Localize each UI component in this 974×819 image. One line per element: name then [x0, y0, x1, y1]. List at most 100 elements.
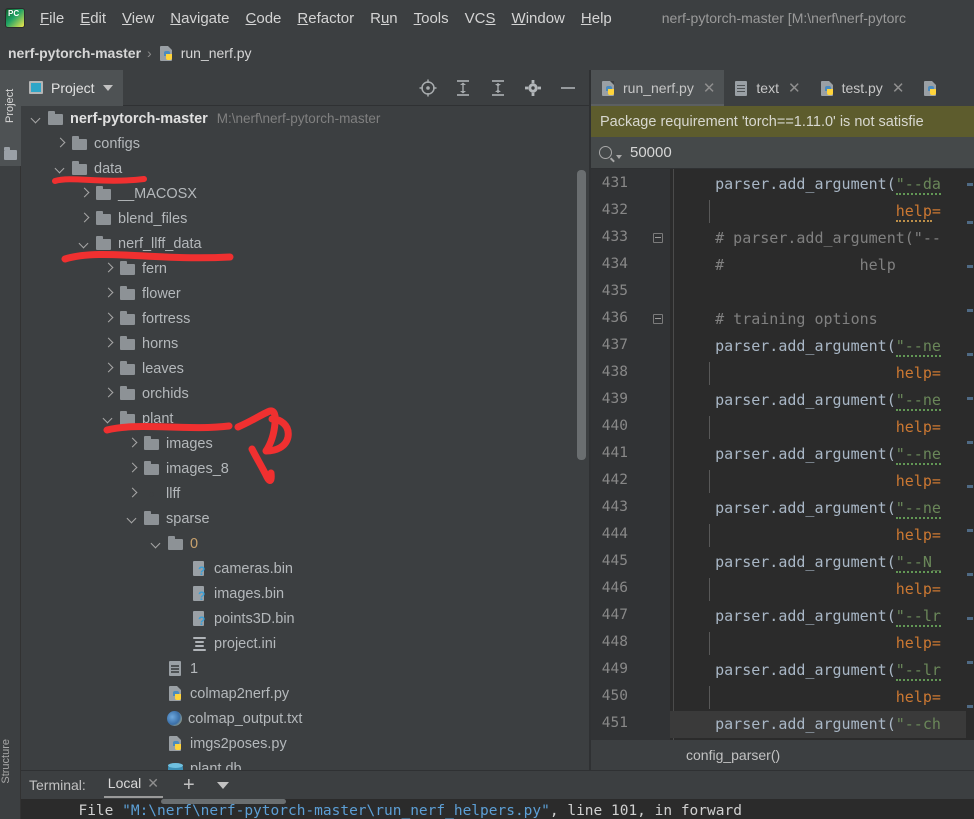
menu-item-run[interactable]: Run [362, 8, 406, 29]
terminal-tab-local[interactable]: Local ✕ [103, 775, 164, 798]
chevron-down-icon[interactable] [55, 163, 66, 174]
menu-item-navigate[interactable]: Navigate [162, 8, 237, 29]
code-line[interactable]: parser.add_argument("--N_ [679, 549, 941, 576]
chevron-right-icon[interactable] [79, 188, 90, 199]
expand-all-icon[interactable] [454, 79, 472, 97]
tree-item-data[interactable]: data [21, 156, 589, 181]
tree-item-images-8[interactable]: images_8 [21, 456, 589, 481]
chevron-right-icon[interactable] [103, 288, 114, 299]
tree-item-macosx[interactable]: __MACOSX [21, 181, 589, 206]
code-line[interactable]: help= [679, 468, 941, 495]
code-fold-toggle[interactable] [653, 314, 664, 325]
close-icon[interactable]: ✕ [788, 79, 801, 97]
code-line[interactable]: # training options [679, 306, 878, 333]
close-icon[interactable]: ✕ [892, 79, 905, 97]
chevron-right-icon[interactable] [79, 213, 90, 224]
tree-item-plant-db[interactable]: plant.db [21, 756, 589, 770]
tree-item-images[interactable]: images [21, 431, 589, 456]
code-line[interactable]: parser.add_argument("--ne [679, 333, 941, 360]
code-line[interactable]: # help [679, 252, 896, 279]
find-bar[interactable]: 50000 [591, 137, 974, 169]
search-history-chevron-icon[interactable] [616, 155, 622, 159]
tree-item-flower[interactable]: flower [21, 281, 589, 306]
chevron-right-icon[interactable] [55, 138, 66, 149]
tree-item-fern[interactable]: fern [21, 256, 589, 281]
chevron-right-icon[interactable] [103, 388, 114, 399]
editor-tab-text[interactable]: text ✕ [724, 70, 809, 106]
code-line[interactable]: parser.add_argument("--ne [679, 495, 941, 522]
menu-item-edit[interactable]: Edit [72, 8, 114, 29]
line-number-gutter[interactable]: 431 432 433 434 435 436 437 438 439 440 441 442 443 4… [591, 169, 670, 805]
editor-tab-test-py[interactable]: test.py ✕ [810, 70, 914, 106]
chevron-down-icon[interactable] [103, 413, 114, 424]
menu-item-tools[interactable]: Tools [406, 8, 457, 29]
code-line[interactable]: parser.add_argument("--lr [679, 657, 941, 684]
tree-item-0[interactable]: 0 [21, 531, 589, 556]
editor-tab-run-nerf-py[interactable]: run_nerf.py ✕ [591, 70, 725, 106]
menu-item-code[interactable]: Code [238, 8, 290, 29]
code-line[interactable]: help= [679, 522, 941, 549]
tree-item-fortress[interactable]: fortress [21, 306, 589, 331]
tree-item-nerf-llff-data[interactable]: nerf_llff_data [21, 231, 589, 256]
code-editor[interactable]: 431 432 433 434 435 436 437 438 439 440 441 442 443 4… [591, 169, 974, 805]
menu-item-vcs[interactable]: VCS [457, 8, 504, 29]
package-requirement-notification[interactable]: Package requirement 'torch==1.11.0' is n… [591, 106, 974, 137]
locate-icon[interactable] [419, 79, 437, 97]
sidebar-item-structure[interactable]: Structure [0, 739, 21, 819]
menu-item-view[interactable]: View [114, 8, 162, 29]
error-stripe[interactable] [966, 169, 974, 805]
breadcrumb-file[interactable]: run_nerf.py [181, 45, 252, 61]
tree-item-leaves[interactable]: leaves [21, 356, 589, 381]
menu-item-refactor[interactable]: Refactor [289, 8, 362, 29]
code-line[interactable]: help= [679, 684, 941, 711]
chevron-down-icon[interactable] [127, 513, 138, 524]
chevron-right-icon[interactable] [103, 313, 114, 324]
chevron-right-icon[interactable] [127, 463, 138, 474]
close-icon[interactable]: ✕ [147, 775, 159, 792]
code-line[interactable]: parser.add_argument("--ne [679, 387, 941, 414]
code-line[interactable]: parser.add_argument("--da [679, 171, 941, 198]
tree-item-sparse[interactable]: sparse [21, 506, 589, 531]
menu-item-file[interactable]: File [32, 8, 72, 29]
chevron-right-icon[interactable] [103, 363, 114, 374]
breadcrumb-project[interactable]: nerf-pytorch-master [8, 45, 141, 61]
tree-item-imgs2poses-py[interactable]: imgs2poses.py [21, 731, 589, 756]
gear-icon[interactable] [524, 79, 542, 97]
chevron-down-icon[interactable] [151, 538, 162, 549]
chevron-down-icon[interactable] [31, 113, 42, 124]
close-icon[interactable]: ✕ [703, 79, 716, 97]
project-tree[interactable]: nerf-pytorch-master M:\nerf\nerf-pytorch-… [21, 106, 589, 770]
project-view-tab[interactable]: Project [21, 69, 123, 106]
tree-item-configs[interactable]: configs [21, 131, 589, 156]
chevron-right-icon[interactable] [127, 438, 138, 449]
code-line[interactable]: help= [679, 630, 941, 657]
code-line[interactable]: help= [679, 198, 941, 225]
terminal-output[interactable]: File "M:\nerf\nerf-pytorch-master\run_ne… [21, 799, 974, 819]
tree-item-llff[interactable]: llff [21, 481, 589, 506]
code-line[interactable]: help= [679, 360, 941, 387]
tree-item-cameras-bin[interactable]: ? cameras.bin [21, 556, 589, 581]
minimize-icon[interactable] [559, 79, 577, 97]
tree-item-project-ini[interactable]: project.ini [21, 631, 589, 656]
plus-icon[interactable]: + [183, 775, 195, 795]
tree-item-nerf-pytorch-master[interactable]: nerf-pytorch-master M:\nerf\nerf-pytorch-… [21, 106, 589, 131]
code-line[interactable]: parser.add_argument("--lr [679, 603, 941, 630]
search-input[interactable]: 50000 [630, 144, 672, 161]
menu-item-help[interactable]: Help [573, 8, 620, 29]
tree-item-images-bin[interactable]: ? images.bin [21, 581, 589, 606]
code-line[interactable]: parser.add_argument("--ch [679, 711, 941, 738]
code-line[interactable]: help= [679, 576, 941, 603]
tree-item-colmap2nerf-py[interactable]: colmap2nerf.py [21, 681, 589, 706]
chevron-right-icon[interactable] [103, 338, 114, 349]
chevron-right-icon[interactable] [103, 263, 114, 274]
menu-item-window[interactable]: Window [504, 8, 573, 29]
tree-item-horns[interactable]: horns [21, 331, 589, 356]
code-line[interactable]: help= [679, 414, 941, 441]
collapse-all-icon[interactable] [489, 79, 507, 97]
chevron-down-icon[interactable] [102, 84, 113, 91]
sidebar-item-project[interactable]: Project [0, 70, 21, 166]
code-line[interactable]: parser.add_argument("--ne [679, 441, 941, 468]
chevron-down-icon[interactable] [216, 781, 229, 789]
tree-item-colmap-output-txt[interactable]: colmap_output.txt [21, 706, 589, 731]
tree-item-orchids[interactable]: orchids [21, 381, 589, 406]
